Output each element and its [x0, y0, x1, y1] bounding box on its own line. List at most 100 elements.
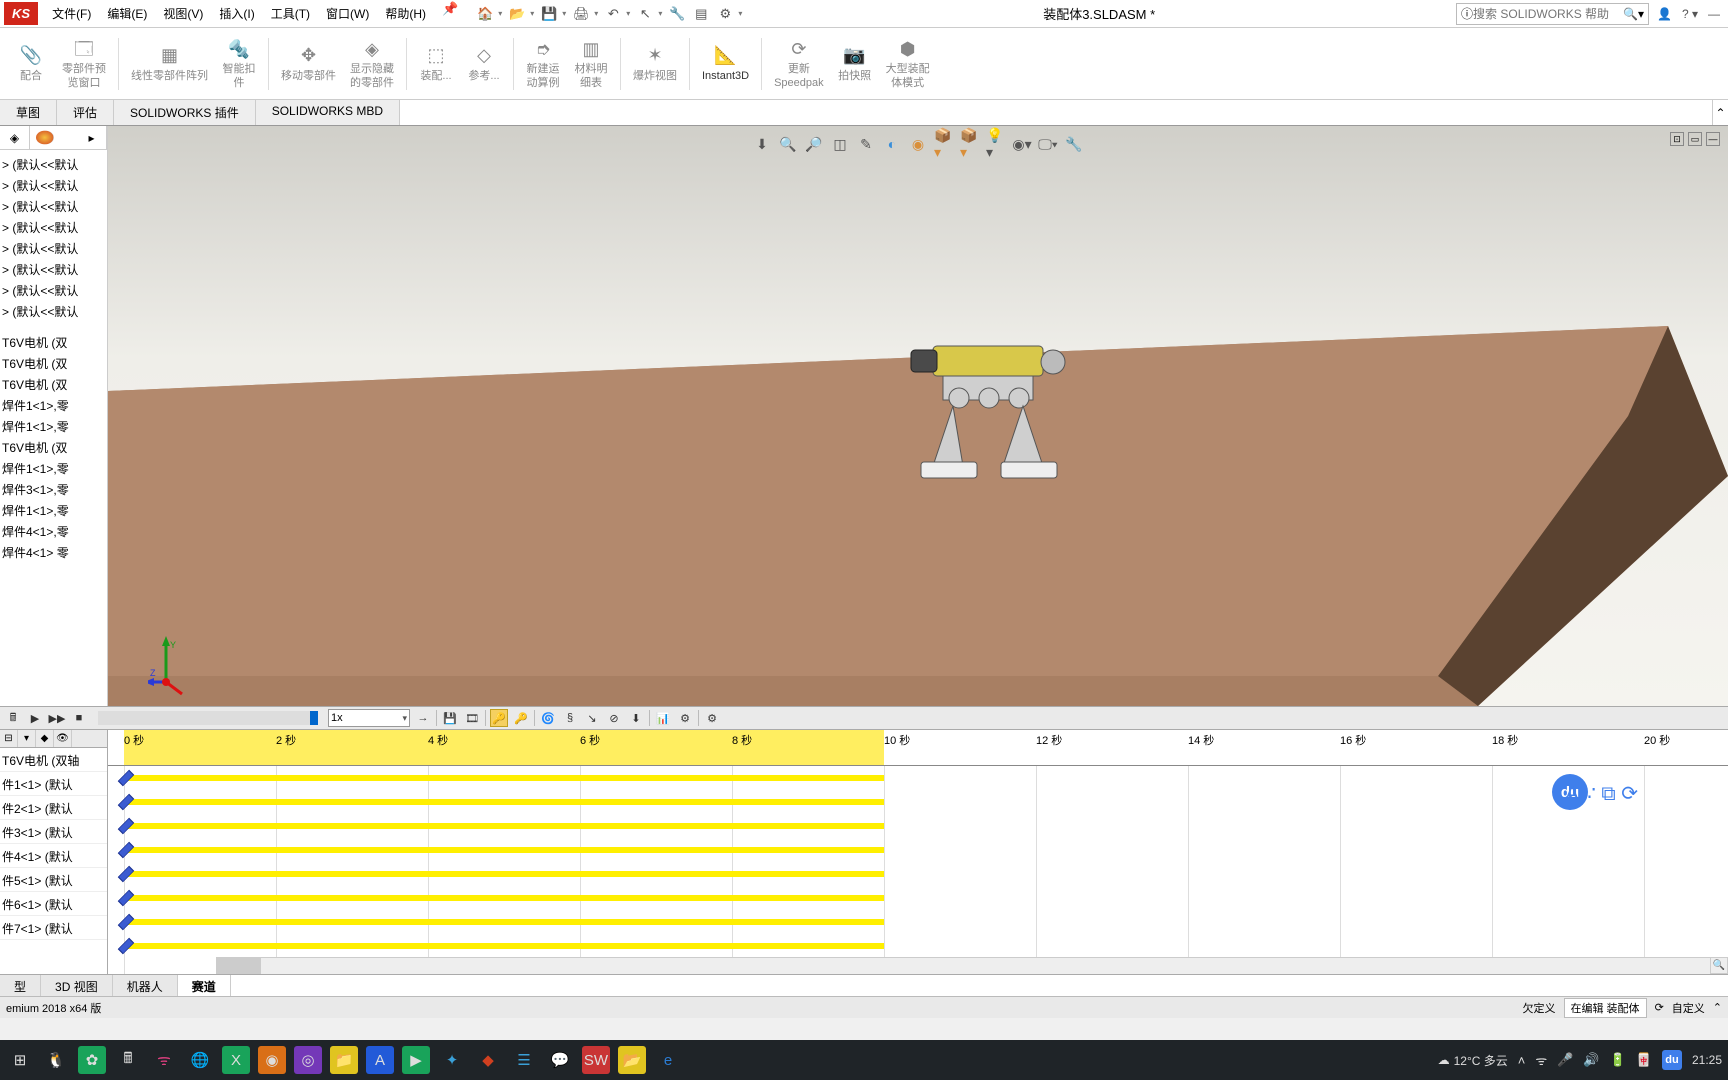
tree-item[interactable]: > (默认<<默认 [2, 280, 105, 301]
vt-edit-appearance-icon[interactable]: ◉ [908, 134, 928, 154]
mt-contact-icon[interactable]: ⊘ [605, 709, 623, 727]
task-app3-icon[interactable]: ◎ [294, 1046, 322, 1074]
task-folder-icon[interactable]: 📁 [330, 1046, 358, 1074]
ribbon-comp-preview[interactable]: 🗔零部件预 览窗口 [56, 35, 112, 91]
fm-tab-tree[interactable]: ◈ [0, 126, 30, 149]
ribbon-bom[interactable]: ▥材料明 细表 [568, 35, 614, 91]
vt-render-icon[interactable]: 💡▾ [986, 134, 1006, 154]
btab-model[interactable]: 型 [0, 975, 41, 996]
motion-tree-item[interactable]: 件1<1> (默认 [0, 772, 107, 796]
menu-tools[interactable]: 工具(T) [265, 1, 316, 26]
motion-tree-item[interactable]: 件3<1> (默认 [0, 820, 107, 844]
tray-ime-icon[interactable]: 🀄 [1636, 1052, 1652, 1068]
tray-mic-icon[interactable]: 🎤 [1557, 1052, 1573, 1068]
graphics-viewport[interactable]: ⬇ 🔍 🔎 ◫ ✎ ◐ ◉ 📦▾ 📦▾ 💡▾ ◉▾ 🖵▾ 🔧 ⊡ ▭ — [108, 126, 1728, 706]
mt-gravity-icon[interactable]: ⬇ [627, 709, 645, 727]
task-excel-icon[interactable]: X [222, 1046, 250, 1074]
open-icon[interactable]: 📂 [508, 5, 526, 23]
tl-col-filter[interactable]: ▾ [18, 730, 36, 747]
mt-play-start-icon[interactable]: ▶ [26, 709, 44, 727]
home-icon[interactable]: 🏠 [476, 5, 494, 23]
tree-item[interactable]: 焊件1<1>,零 [2, 395, 105, 416]
motion-tree-item[interactable]: 件7<1> (默认 [0, 916, 107, 940]
vt-section-icon[interactable]: ◫ [830, 134, 850, 154]
mt-save-anim-icon[interactable]: 💾 [441, 709, 459, 727]
timeline-track[interactable] [108, 814, 1728, 838]
vt-wrench-icon[interactable]: 🔧 [1064, 134, 1084, 154]
timeline-canvas[interactable]: 0 秒2 秒4 秒6 秒8 秒10 秒12 秒14 秒16 秒18 秒20 秒 … [108, 730, 1728, 974]
tree-item[interactable]: > (默认<<默认 [2, 259, 105, 280]
mt-direction-icon[interactable]: → [414, 709, 432, 727]
timeline-track[interactable] [108, 934, 1728, 958]
ribbon-large-assy[interactable]: ⬢大型装配 体模式 [880, 35, 936, 91]
motion-tree-item[interactable]: 件2<1> (默认 [0, 796, 107, 820]
btab-robot[interactable]: 机器人 [113, 975, 178, 996]
task-wechat-icon[interactable]: 💬 [546, 1046, 574, 1074]
menu-edit[interactable]: 编辑(E) [101, 1, 153, 26]
ribbon-new-motion[interactable]: ➮新建运 动算例 [520, 35, 566, 91]
tree-item[interactable]: T6V电机 (双 [2, 332, 105, 353]
tree-item[interactable]: T6V电机 (双 [2, 374, 105, 395]
status-custom[interactable]: 自定义 [1672, 1000, 1705, 1016]
task-explorer-icon[interactable]: 📂 [618, 1046, 646, 1074]
menu-file[interactable]: 文件(F) [46, 1, 97, 26]
ribbon-exploded[interactable]: ✶爆炸视图 [627, 42, 683, 85]
motion-tree-item[interactable]: 件6<1> (默认 [0, 892, 107, 916]
ribbon-linear-pattern[interactable]: ▦线性零部件阵列 [125, 42, 214, 85]
task-app1-icon[interactable]: ✿ [78, 1046, 106, 1074]
taskbar-weather[interactable]: ☁ 12°C 多云 [1438, 1052, 1508, 1069]
search-input[interactable] [1473, 7, 1623, 21]
vt-hide-icon[interactable]: 📦▾ [960, 134, 980, 154]
vp-close-icon[interactable]: — [1706, 132, 1720, 146]
task-app7-icon[interactable]: ☰ [510, 1046, 538, 1074]
tree-item[interactable]: > (默认<<默认 [2, 217, 105, 238]
tree-item[interactable]: > (默认<<默认 [2, 238, 105, 259]
btab-3dview[interactable]: 3D 视图 [41, 975, 113, 996]
task-wifi-icon[interactable]: ᯤ [150, 1046, 178, 1074]
time-slider[interactable] [98, 711, 318, 725]
task-calc-icon[interactable]: 🖩 [114, 1046, 142, 1074]
vp-max-icon[interactable]: ▭ [1688, 132, 1702, 146]
mt-calc-icon[interactable]: 🖩 [4, 709, 22, 727]
task-start-icon[interactable]: ⊞ [6, 1046, 34, 1074]
tray-expand-icon[interactable]: ˄ [1518, 1053, 1526, 1068]
tree-item[interactable]: 焊件3<1>,零 [2, 479, 105, 500]
user-icon[interactable]: 👤 [1657, 7, 1672, 21]
menu-insert[interactable]: 插入(I) [213, 1, 260, 26]
menu-window[interactable]: 窗口(W) [320, 1, 375, 26]
vt-item-icon[interactable]: 📦▾ [934, 134, 954, 154]
tree-item[interactable]: T6V电机 (双 [2, 353, 105, 374]
save-icon[interactable]: 💾 [540, 5, 558, 23]
btab-track[interactable]: 赛道 [178, 975, 231, 996]
timeline-track[interactable] [108, 766, 1728, 790]
mt-force-icon[interactable]: ↘ [583, 709, 601, 727]
tree-item[interactable]: T6V电机 (双 [2, 437, 105, 458]
mt-play-icon[interactable]: ▶▶ [48, 709, 66, 727]
timeline-track[interactable] [108, 910, 1728, 934]
tree-item[interactable]: 焊件1<1>,零 [2, 416, 105, 437]
ftab-addins[interactable]: SOLIDWORKS 插件 [114, 100, 256, 125]
minimize-icon[interactable]: — [1708, 7, 1720, 21]
mt-stop-icon[interactable]: ■ [70, 709, 88, 727]
status-refresh-icon[interactable]: ⟳ [1655, 1001, 1664, 1014]
options-icon[interactable]: ▤ [692, 5, 710, 23]
undo-icon[interactable]: ↶ [604, 5, 622, 23]
task-app5-icon[interactable]: ✦ [438, 1046, 466, 1074]
task-app6-icon[interactable]: ◆ [474, 1046, 502, 1074]
motion-tree-item[interactable]: 件4<1> (默认 [0, 844, 107, 868]
fm-tab-expand[interactable]: ▸ [77, 126, 107, 149]
search-box[interactable]: ⓘ 🔍▾ [1456, 3, 1649, 25]
tray-vol-icon[interactable]: 🔊 [1583, 1052, 1599, 1068]
taskbar-clock[interactable]: 21:25 [1692, 1053, 1722, 1067]
mt-props-icon[interactable]: ⚙ [703, 709, 721, 727]
tray-net-icon[interactable]: ᯤ [1535, 1051, 1547, 1069]
time-slider-handle[interactable] [310, 711, 318, 725]
feature-tree[interactable]: > (默认<<默认> (默认<<默认> (默认<<默认> (默认<<默认> (默… [0, 150, 107, 567]
tree-item[interactable]: > (默认<<默认 [2, 175, 105, 196]
vt-prev-icon[interactable]: 🔎 [804, 134, 824, 154]
ribbon-mate[interactable]: 📎配合 [8, 42, 54, 85]
vt-scene-icon[interactable]: ◐ [882, 134, 902, 154]
task-chrome-icon[interactable]: 🌐 [186, 1046, 214, 1074]
timeline-track[interactable] [108, 886, 1728, 910]
task-access-icon[interactable]: A [366, 1046, 394, 1074]
